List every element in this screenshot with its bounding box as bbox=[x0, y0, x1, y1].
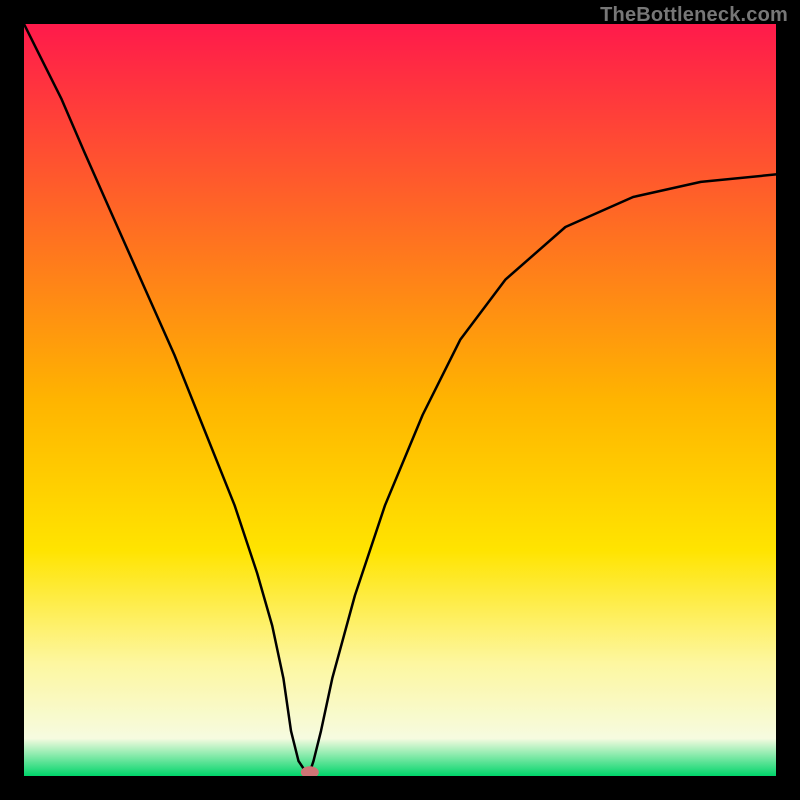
chart-svg bbox=[24, 24, 776, 776]
plot-area bbox=[24, 24, 776, 776]
chart-frame: TheBottleneck.com bbox=[0, 0, 800, 800]
gradient-background bbox=[24, 24, 776, 776]
watermark-text: TheBottleneck.com bbox=[600, 4, 788, 27]
